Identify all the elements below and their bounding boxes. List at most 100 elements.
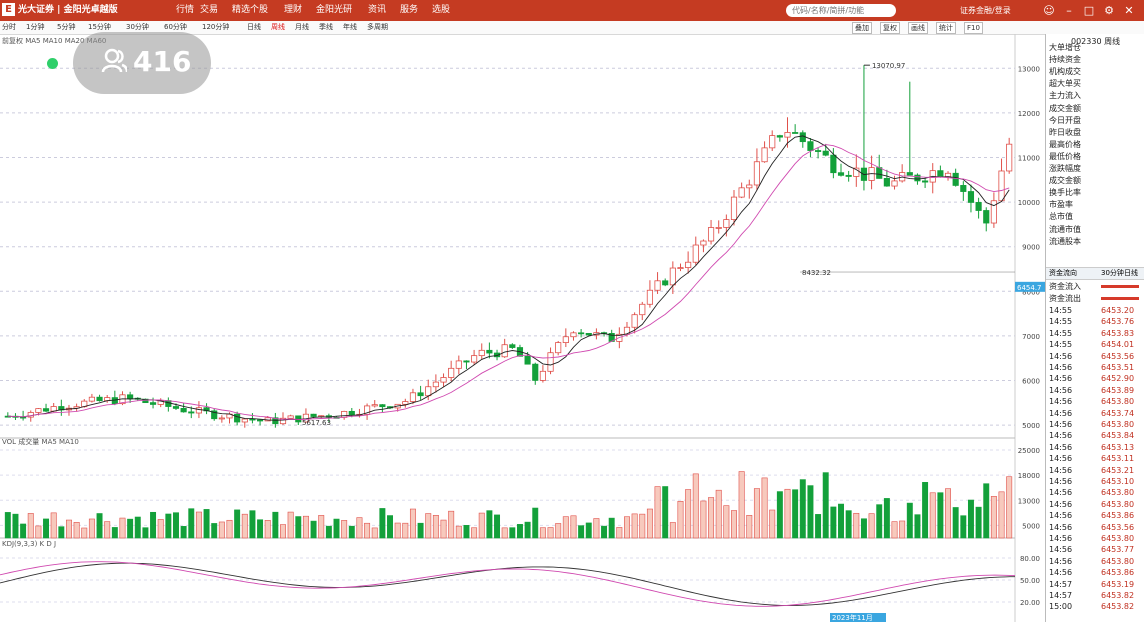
tab-fund-flow[interactable]: 资金流向 (1049, 268, 1077, 279)
candle-body (845, 174, 852, 177)
search-input[interactable] (786, 4, 896, 17)
volume-bar (471, 527, 478, 539)
candle-body (35, 408, 42, 413)
tick-price: 6453.80 (1101, 499, 1135, 509)
sidebar-metric: 最低价格 (1049, 151, 1081, 161)
close-icon[interactable]: ✕ (1120, 2, 1138, 19)
volume-bar (394, 522, 401, 539)
minimize-icon[interactable]: – (1060, 2, 1078, 19)
tick-time: 14:56 (1049, 465, 1073, 475)
period-tab[interactable]: 周线 (271, 21, 285, 34)
toolbar-tool-button[interactable]: F10 (964, 22, 983, 34)
tick-time: 14:55 (1049, 340, 1073, 350)
menu-finance[interactable]: 理财 (284, 0, 302, 21)
period-tab[interactable]: 1分钟 (26, 21, 44, 34)
volume-bar (494, 514, 501, 539)
kdj-tick-label: 50.00 (1020, 577, 1040, 585)
period-tab[interactable]: 120分钟 (202, 21, 229, 34)
period-tab[interactable]: 月线 (295, 21, 309, 34)
volume-bar (990, 496, 997, 539)
period-tab[interactable]: 分时 (2, 21, 16, 34)
tick-time: 14:55 (1049, 317, 1073, 327)
menu-trade[interactable]: 交易 (200, 0, 218, 21)
tab-daily[interactable]: 日线 (1124, 268, 1138, 279)
period-tab[interactable]: 日线 (247, 21, 261, 34)
tick-row: 14:56 6453.86 (1046, 511, 1144, 522)
tick-row: 14:55 6453.83 (1046, 329, 1144, 340)
volume-bar (815, 514, 822, 539)
toolbar-tool-button[interactable]: 画线 (908, 22, 928, 34)
menu-screener[interactable]: 选股 (432, 0, 450, 21)
candle-body (998, 170, 1005, 202)
account-link[interactable]: 证券金融/登录 (960, 0, 1011, 21)
volume-bar (799, 479, 806, 539)
period-tab[interactable]: 季线 (319, 21, 333, 34)
candle-body (822, 150, 829, 156)
volume-bar (860, 518, 867, 539)
price-tick-label: 10000 (1018, 199, 1040, 207)
menu-quotes[interactable]: 行情 (176, 0, 194, 21)
volume-bar (333, 518, 340, 539)
candle-body (700, 240, 707, 246)
settings-icon[interactable]: ⚙ (1100, 2, 1118, 19)
volume-bar (371, 527, 378, 539)
period-tab[interactable]: 多周期 (367, 21, 388, 34)
volume-bar (379, 508, 386, 539)
volume-bar (593, 518, 600, 539)
volume-bar (280, 524, 286, 539)
period-tab[interactable]: 年线 (343, 21, 357, 34)
candle-body (952, 172, 959, 186)
crosshair-price-label: 8432.32 (802, 269, 831, 277)
candle-body (922, 180, 929, 183)
volume-bar (157, 519, 164, 539)
volume-bar (555, 523, 562, 539)
candle-body (234, 413, 241, 423)
logo-icon: E (2, 3, 15, 16)
volume-bar (608, 517, 615, 539)
broker-name: 光大证券 (18, 5, 55, 15)
tick-time: 14:56 (1049, 568, 1073, 578)
toolbar-tool-button[interactable]: 复权 (880, 22, 900, 34)
period-tab[interactable]: 5分钟 (57, 21, 75, 34)
tick-row: 14:56 6453.51 (1046, 363, 1144, 374)
menu-stocks[interactable]: 精选个股 (232, 0, 268, 21)
candle-body (455, 360, 462, 369)
candle-body (578, 332, 585, 335)
volume-bar (601, 525, 608, 539)
candle-body (241, 418, 248, 423)
volume-bar (432, 515, 439, 539)
volume-bar (585, 522, 592, 539)
users-icon (101, 48, 127, 73)
menu-news[interactable]: 资讯 (368, 0, 386, 21)
volume-bar (134, 516, 141, 539)
tick-row: 14:55 6454.01 (1046, 340, 1144, 351)
menu-service[interactable]: 服务 (400, 0, 418, 21)
volume-bar (516, 524, 523, 539)
user-icon[interactable]: ☺ (1040, 2, 1058, 19)
tick-time: 14:56 (1049, 374, 1073, 384)
toolbar-tool-button[interactable]: 统计 (936, 22, 956, 34)
candle-body (96, 396, 103, 402)
menu-research[interactable]: 金阳光研 (316, 0, 352, 21)
chart-area: 1300012000110001000090008000700060005000… (0, 34, 1045, 622)
candle-body (256, 419, 264, 422)
volume-bar (937, 492, 944, 539)
tick-time: 14:55 (1049, 306, 1073, 315)
restore-icon[interactable]: □ (1080, 2, 1098, 19)
tick-time: 14:56 (1049, 499, 1073, 509)
volume-bar (899, 520, 906, 539)
kdj-line (0, 562, 1015, 606)
tick-price: 6453.74 (1101, 408, 1135, 418)
candle-body (310, 413, 317, 417)
volume-bar (325, 525, 332, 539)
tick-row: 14:56 6453.56 (1046, 352, 1144, 363)
volume-bar (662, 486, 669, 539)
volume-bar (838, 503, 844, 539)
candle-body (876, 167, 883, 179)
sidebar-metric: 超大单买 (1049, 79, 1081, 89)
tab-30min[interactable]: 30分钟 (1101, 268, 1124, 279)
toolbar-tool-button[interactable]: 叠加 (852, 22, 872, 34)
tick-price: 6453.51 (1101, 363, 1135, 372)
volume-bar (127, 518, 134, 539)
candle-body (379, 404, 386, 408)
